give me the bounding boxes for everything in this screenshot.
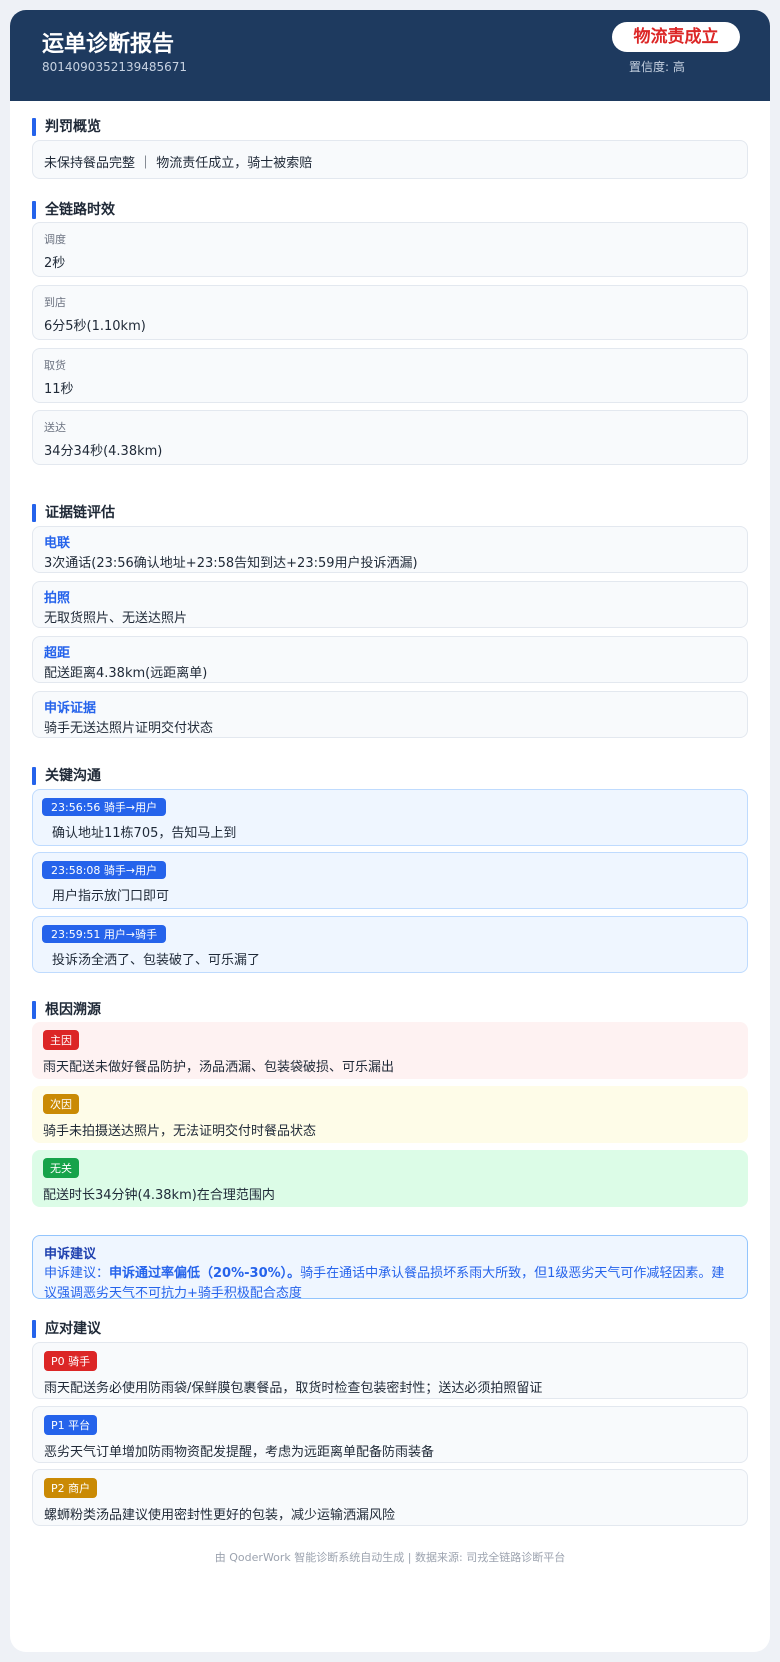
comm-item: 23:58:08 骑手→用户 用户指示放门口即可 (32, 852, 748, 909)
comm-time-tag: 23:59:51 用户→骑手 (42, 925, 167, 943)
evidence-item: 超距 配送距离4.38km(远距离单) (32, 636, 748, 683)
comm-text: 确认地址11栋705，告知马上到 (52, 826, 237, 841)
timing-label: 调度 (44, 233, 66, 246)
confidence-label: 置信度: 高 (629, 60, 685, 74)
evidence-label: 超距 (44, 646, 71, 661)
section-title-timing: 全链路时效 (32, 201, 115, 219)
cause-tag: 主因 (43, 1030, 79, 1050)
cause-tag: 无关 (43, 1158, 79, 1178)
evidence-label: 申诉证据 (44, 701, 97, 716)
priority-tag: P1 平台 (44, 1415, 98, 1435)
evidence-value: 3次通话(23:56确认地址+23:58告知到达+23:59用户投诉洒漏) (44, 556, 418, 571)
timing-item: 调度 2秒 (32, 222, 748, 277)
cause-item-secondary: 次因 骑手未拍摄送达照片，无法证明交付时餐品状态 (32, 1086, 748, 1143)
action-text: 雨天配送务必使用防雨袋/保鲜膜包裹餐品，取货时检查包装密封性；送达必须拍照留证 (44, 1381, 543, 1396)
timing-item: 送达 34分34秒(4.38km) (32, 410, 748, 465)
priority-tag: P2 商户 (44, 1478, 98, 1498)
order-id: 8014090352139485671 (42, 60, 188, 74)
action-item: P1 平台 恶劣天气订单增加防雨物资配发提醒，考虑为远距离单配备防雨装备 (32, 1406, 748, 1463)
action-item: P0 骑手 雨天配送务必使用防雨袋/保鲜膜包裹餐品，取货时检查包装密封性；送达必… (32, 1342, 748, 1399)
section-title-overview: 判罚概览 (32, 118, 101, 136)
appeal-prefix: 申诉建议： (44, 1266, 110, 1281)
timing-value: 11秒 (44, 382, 74, 397)
report-card: 运单诊断报告 8014090352139485671 物流责成立 置信度: 高 … (10, 10, 770, 1652)
cause-text: 骑手未拍摄送达照片，无法证明交付时餐品状态 (43, 1124, 317, 1139)
comm-time-tag: 23:58:08 骑手→用户 (42, 861, 167, 879)
cause-item-main: 主因 雨天配送未做好餐品防护，汤品洒漏、包装袋破损、可乐漏出 (32, 1022, 748, 1079)
evidence-label: 拍照 (44, 591, 71, 606)
timing-item: 到店 6分5秒(1.10km) (32, 285, 748, 340)
comm-item: 23:56:56 骑手→用户 确认地址11栋705，告知马上到 (32, 789, 748, 846)
appeal-title: 申诉建议 (44, 1247, 97, 1262)
evidence-value: 骑手无送达照片证明交付状态 (44, 721, 214, 736)
report-header: 运单诊断报告 8014090352139485671 物流责成立 置信度: 高 (10, 10, 770, 101)
evidence-value: 配送距离4.38km(远距离单) (44, 666, 208, 681)
evidence-item: 拍照 无取货照片、无送达照片 (32, 581, 748, 628)
timing-label: 取货 (44, 359, 66, 372)
timing-value: 2秒 (44, 256, 66, 271)
action-text: 恶劣天气订单增加防雨物资配发提醒，考虑为远距离单配备防雨装备 (44, 1445, 435, 1460)
comm-time-tag: 23:56:56 骑手→用户 (42, 798, 167, 816)
appeal-box: 申诉建议 申诉建议：申诉通过率偏低（20%-30%）。骑手在通话中承认餐品损坏系… (32, 1235, 748, 1301)
timing-label: 到店 (44, 296, 66, 309)
evidence-value: 无取货照片、无送达照片 (44, 611, 188, 626)
appeal-text: 申诉建议：申诉通过率偏低（20%-30%）。骑手在通话中承认餐品损坏系雨大所致，… (44, 1264, 736, 1304)
page-title: 运单诊断报告 (42, 32, 175, 57)
action-item: P2 商户 螺蛳粉类汤品建议使用密封性更好的包装，减少运输洒漏风险 (32, 1469, 748, 1526)
appeal-rate: 申诉通过率偏低（20%-30%）。 (109, 1266, 301, 1281)
comm-text: 投诉汤全洒了、包装破了、可乐漏了 (52, 953, 261, 968)
evidence-item: 电联 3次通话(23:56确认地址+23:58告知到达+23:59用户投诉洒漏) (32, 526, 748, 573)
cause-tag: 次因 (43, 1094, 79, 1114)
timing-item: 取货 11秒 (32, 348, 748, 403)
section-title-causes: 根因溯源 (32, 1001, 101, 1019)
timing-value: 6分5秒(1.10km) (44, 319, 146, 334)
cause-text: 配送时长34分钟(4.38km)在合理范围内 (43, 1188, 275, 1203)
overview-box: 未保持餐品完整 ｜ 物流责任成立，骑士被索赔 (32, 140, 748, 179)
comm-item: 23:59:51 用户→骑手 投诉汤全洒了、包装破了、可乐漏了 (32, 916, 748, 973)
evidence-label: 电联 (44, 536, 71, 551)
section-title-comms: 关键沟通 (32, 767, 101, 785)
section-title-actions: 应对建议 (32, 1320, 101, 1338)
cause-item-unrelated: 无关 配送时长34分钟(4.38km)在合理范围内 (32, 1150, 748, 1207)
timing-value: 34分34秒(4.38km) (44, 444, 163, 459)
section-title-evidence: 证据链评估 (32, 504, 115, 522)
comm-text: 用户指示放门口即可 (52, 889, 170, 904)
overview-text: 未保持餐品完整 ｜ 物流责任成立，骑士被索赔 (44, 156, 313, 171)
evidence-item: 申诉证据 骑手无送达照片证明交付状态 (32, 691, 748, 738)
verdict-badge: 物流责成立 (612, 22, 740, 52)
priority-tag: P0 骑手 (44, 1351, 98, 1371)
timing-label: 送达 (44, 421, 66, 434)
action-text: 螺蛳粉类汤品建议使用密封性更好的包装，减少运输洒漏风险 (44, 1508, 396, 1523)
cause-text: 雨天配送未做好餐品防护，汤品洒漏、包装袋破损、可乐漏出 (43, 1060, 395, 1075)
footer-text: 由 QoderWork 智能诊断系统自动生成 | 数据来源: 司戎全链路诊断平台 (214, 1551, 566, 1564)
